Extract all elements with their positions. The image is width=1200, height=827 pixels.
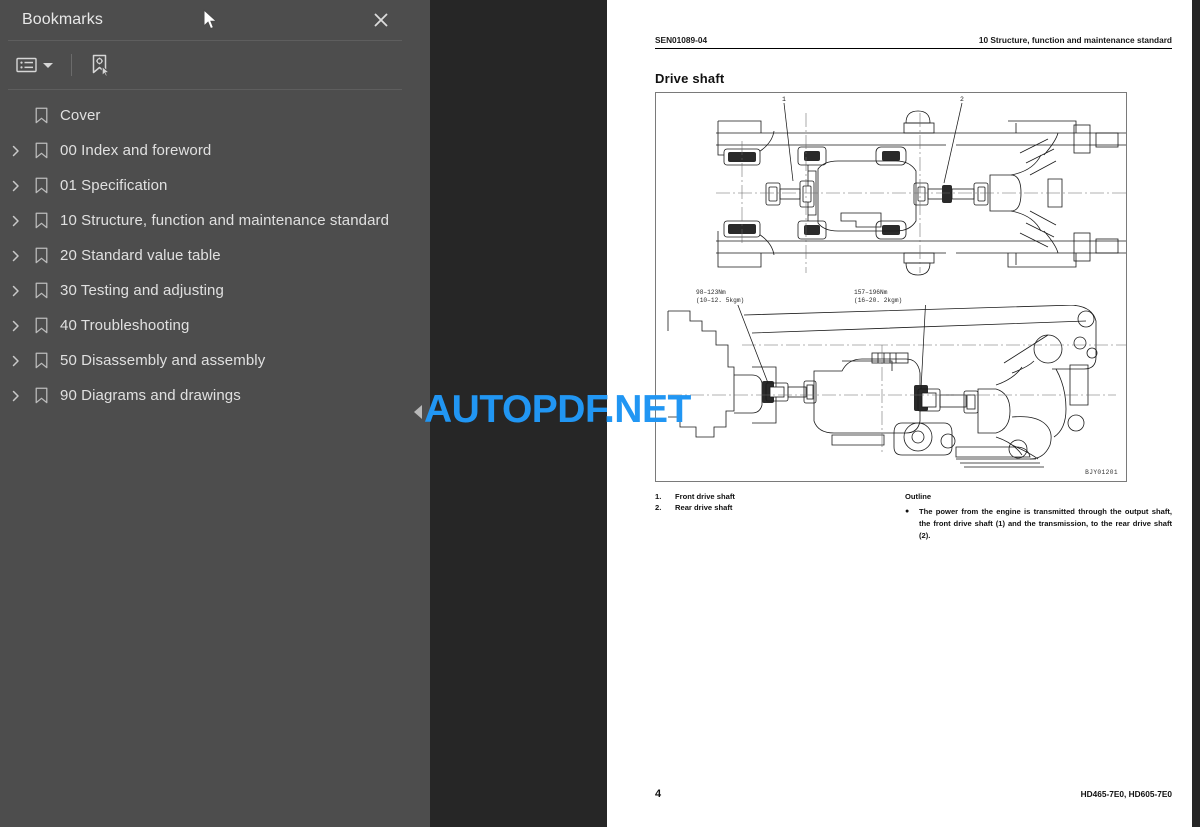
bookmark-icon [28,317,54,334]
chevron-right-icon[interactable] [4,145,28,157]
bookmark-icon [28,142,54,159]
collapse-sidebar-handle[interactable] [414,405,422,419]
figure-top-view: 1 2 [716,96,1126,276]
legend-row: 2. Rear drive shaft [655,503,905,514]
bullet-icon: ● [905,508,910,515]
bookmark-item[interactable]: 30 Testing and adjusting [0,273,410,308]
bookmark-icon [28,352,54,369]
outline-section: Outline ● The power from the engine is t… [905,492,1172,541]
page-number: 4 [655,788,662,800]
bookmark-label: 40 Troubleshooting [60,317,190,334]
bookmark-label: 90 Diagrams and drawings [60,387,241,404]
bookmark-label: 10 Structure, function and maintenance s… [60,212,390,229]
figure-code: BJY01201 [1085,469,1118,476]
bookmark-label: 30 Testing and adjusting [60,282,224,299]
bookmark-label: 20 Standard value table [60,247,221,264]
page-content: SEN01089-04 10 Structure, function and m… [655,0,1172,827]
chevron-right-icon[interactable] [4,180,28,192]
figure-side-view [667,305,1126,468]
bookmark-options-icon[interactable] [12,50,57,80]
figure-caption: 1. Front drive shaft 2. Rear drive shaft Ou… [655,492,1172,541]
chevron-right-icon[interactable] [4,320,28,332]
bookmark-label: 01 Specification [60,177,168,194]
svg-text:2: 2 [960,96,964,103]
figure-legend: 1. Front drive shaft 2. Rear drive shaft [655,492,905,541]
bookmark-item[interactable]: 40 Troubleshooting [0,308,410,343]
toolbar-divider [71,54,72,76]
bookmark-label: 50 Disassembly and assembly [60,352,266,369]
bookmark-label: Cover [60,107,101,124]
document-code: SEN01089-04 [655,35,708,45]
bookmark-icon [28,212,54,229]
bookmark-item[interactable]: 00 Index and foreword [0,133,410,168]
chevron-right-icon[interactable] [4,355,28,367]
legend-row: 1. Front drive shaft [655,492,905,503]
bookmark-icon [28,177,54,194]
bookmark-icon [28,107,54,124]
chevron-right-icon[interactable] [4,215,28,227]
outline-heading: Outline [905,492,932,501]
outline-text: The power from the engine is transmitted… [919,507,1172,540]
pdf-viewer-window: Bookmarks Cover 00 Index and foreword 01… [0,0,1200,827]
page-title: Drive shaft [655,71,725,86]
model-designation: HD465-7E0, HD605-7E0 [1080,789,1172,799]
bookmark-item[interactable]: 90 Diagrams and drawings [0,378,410,413]
document-viewer: SEN01089-04 10 Structure, function and m… [410,0,1200,827]
bookmark-icon [28,247,54,264]
bookmark-list[interactable]: Cover 00 Index and foreword 01 Specificati… [0,90,410,827]
pdf-page: SEN01089-04 10 Structure, function and m… [607,0,1192,827]
bookmark-icon [28,282,54,299]
bookmarks-panel: Bookmarks Cover 00 Index and foreword 01… [0,0,410,827]
bookmark-item[interactable]: 20 Standard value table [0,238,410,273]
figure-drive-shaft: 1 2 98–123Nm (10–12. 5kgm) 157–196Nm (16… [655,92,1127,482]
chevron-right-icon[interactable] [4,390,28,402]
page-header: SEN01089-04 10 Structure, function and m… [655,35,1172,49]
bookmarks-panel-header: Bookmarks [0,0,410,40]
legend-number: 2. [655,502,662,512]
bookmark-icon [28,387,54,404]
close-icon[interactable] [368,7,394,33]
torque-label-rear: 157–196Nm (16–20. 2kgm) [854,289,903,305]
outline-body: ● The power from the engine is transmitt… [905,506,1172,541]
new-bookmark-icon[interactable] [86,50,116,80]
bookmark-item[interactable]: 01 Specification [0,168,410,203]
torque-label-front: 98–123Nm (10–12. 5kgm) [696,289,745,305]
bookmark-item[interactable]: 10 Structure, function and maintenance s… [0,203,410,238]
bookmark-item[interactable]: Cover [0,98,410,133]
section-title: 10 Structure, function and maintenance s… [978,35,1172,45]
bookmarks-toolbar [0,41,410,89]
chevron-right-icon[interactable] [4,250,28,262]
chevron-down-icon [43,62,53,68]
legend-text: Front drive shaft [675,492,735,501]
svg-text:1: 1 [782,96,786,103]
chevron-right-icon[interactable] [4,285,28,297]
page-footer: 4 HD465-7E0, HD605-7E0 [655,788,1172,800]
legend-number: 1. [655,492,662,501]
legend-text: Rear drive shaft [675,502,733,512]
bookmark-label: 00 Index and foreword [60,142,212,159]
bookmark-item[interactable]: 50 Disassembly and assembly [0,343,410,378]
bookmarks-panel-title: Bookmarks [22,11,103,28]
